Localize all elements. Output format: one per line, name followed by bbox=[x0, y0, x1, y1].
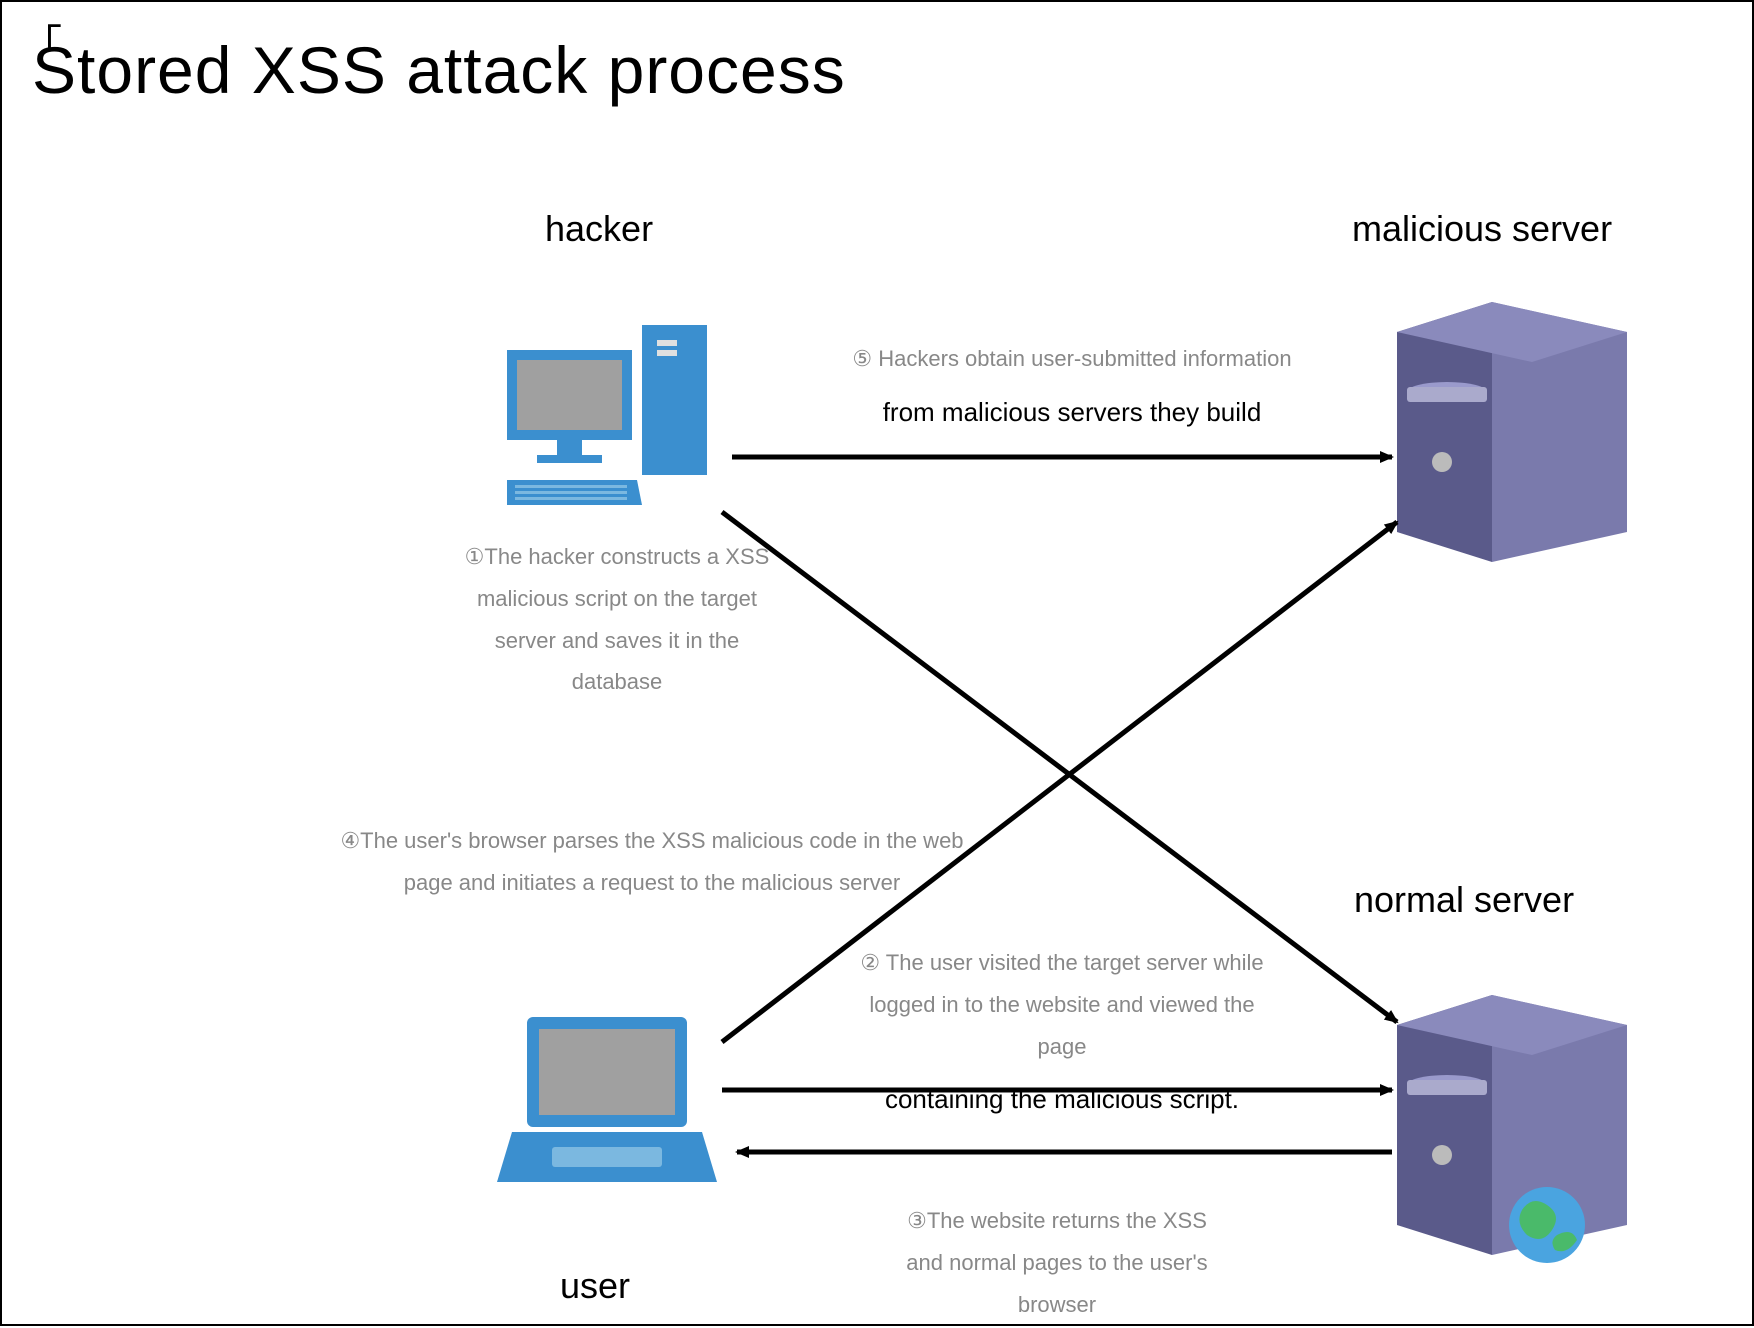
normal-server-label: normal server bbox=[1354, 879, 1574, 921]
hacker-label: hacker bbox=[545, 208, 653, 250]
step-4-text: ④The user's browser parses the XSS malic… bbox=[327, 820, 977, 904]
step-5-text: ⑤ Hackers obtain user-submitted informat… bbox=[852, 338, 1292, 437]
step-2-text: ② The user visited the target server whi… bbox=[847, 942, 1277, 1125]
step-3-text: ③The website returns the XSS and normal … bbox=[887, 1200, 1227, 1325]
hacker-computer-icon bbox=[507, 320, 717, 515]
user-laptop-icon bbox=[497, 1012, 717, 1197]
malicious-server-label: malicious server bbox=[1352, 208, 1612, 250]
page-title: Stored XSS attack process bbox=[32, 32, 846, 108]
user-label: user bbox=[560, 1265, 630, 1307]
malicious-server-icon bbox=[1397, 272, 1637, 577]
normal-server-icon bbox=[1397, 965, 1657, 1290]
step-1-text: ①The hacker constructs a XSS malicious s… bbox=[452, 536, 782, 703]
